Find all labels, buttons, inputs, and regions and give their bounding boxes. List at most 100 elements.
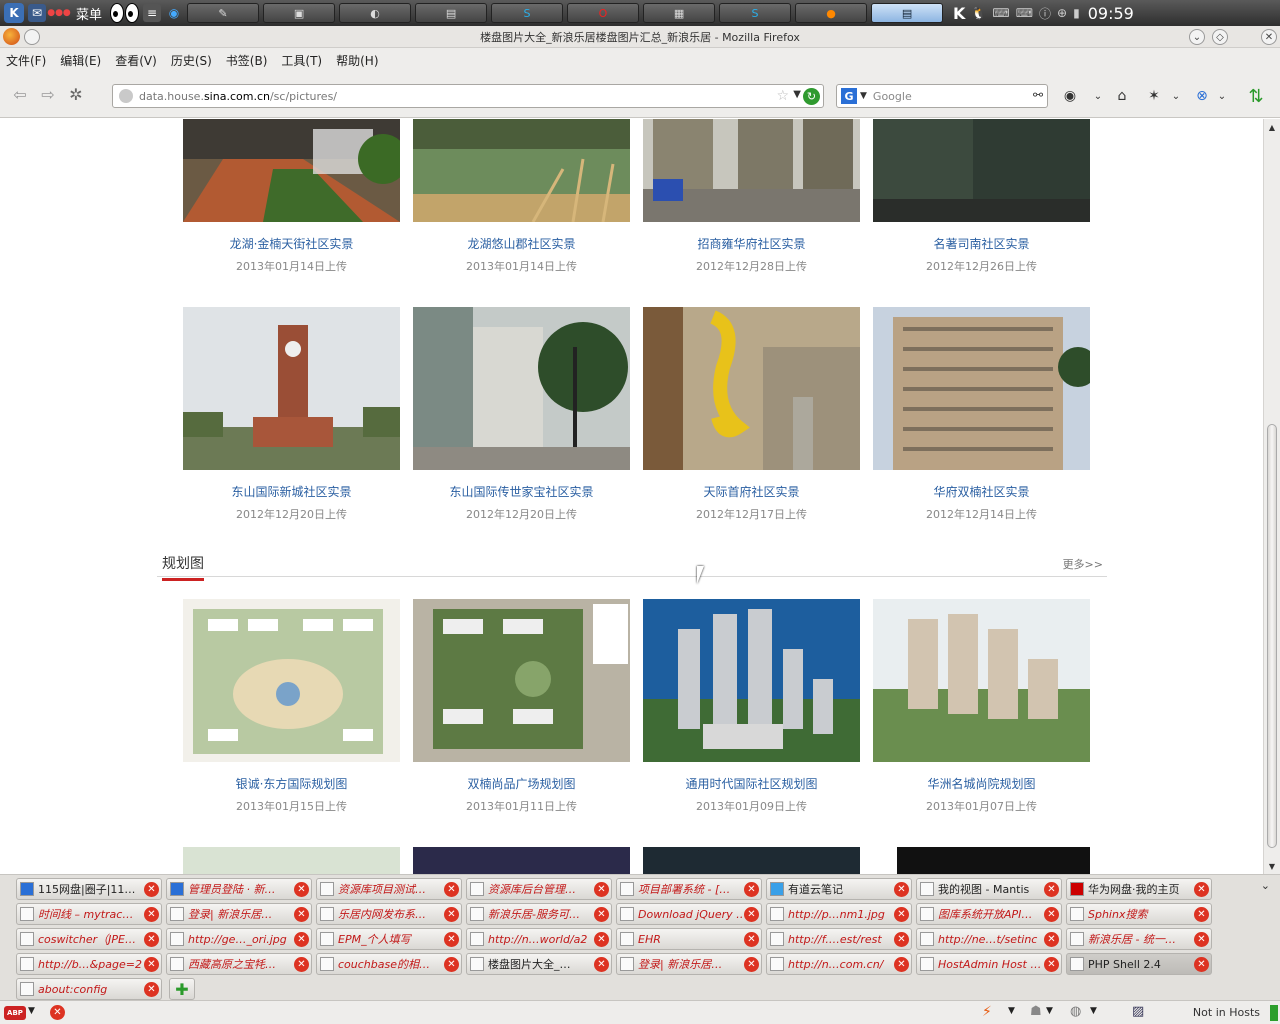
- photo-interior-garden[interactable]: [183, 119, 400, 222]
- close-tab-icon[interactable]: ✕: [1194, 881, 1209, 897]
- menu-tools[interactable]: 工具(T): [281, 52, 322, 69]
- vertical-scrollbar[interactable]: ▲ ▼: [1263, 119, 1280, 874]
- browser-tab[interactable]: 登录| 新浪乐居… ✕: [166, 903, 312, 925]
- new-tab-button[interactable]: ✚: [169, 978, 195, 1000]
- close-tab-icon[interactable]: ✕: [1194, 906, 1209, 922]
- planning-card[interactable]: [183, 847, 400, 874]
- maximize-button[interactable]: ◇: [1212, 29, 1228, 45]
- browser-tab[interactable]: coswitcher（JPE… ✕: [16, 928, 162, 950]
- close-tab-icon[interactable]: ✕: [1044, 906, 1059, 922]
- photo-apartment-tower[interactable]: [873, 307, 1090, 470]
- robot-icon[interactable]: ☗: [1030, 1004, 1042, 1019]
- close-tab-icon[interactable]: ✕: [594, 956, 609, 972]
- card-title[interactable]: 通用时代国际社区规划图: [643, 775, 860, 792]
- planning-render-image[interactable]: [183, 847, 400, 874]
- browser-tab[interactable]: 115网盘|圈子|11… ✕: [16, 878, 162, 900]
- menu-help[interactable]: 帮助(H): [336, 52, 378, 69]
- globe-icon[interactable]: ◉: [165, 4, 183, 22]
- browser-tab[interactable]: 西藏高原之宝牦… ✕: [166, 953, 312, 975]
- close-tab-icon[interactable]: ✕: [444, 956, 459, 972]
- task-item-skype[interactable]: S: [719, 3, 792, 23]
- photo-street-lamp[interactable]: [413, 307, 630, 470]
- browser-tab[interactable]: 图库系统开放API… ✕: [916, 903, 1062, 925]
- card-title[interactable]: 龙湖悠山郡社区实景: [413, 235, 630, 252]
- close-tab-icon[interactable]: ✕: [594, 931, 609, 947]
- gallery-card[interactable]: 名著司南社区实景 2012年12月26日上传: [873, 119, 1090, 274]
- close-tab-icon[interactable]: ✕: [744, 956, 759, 972]
- close-tab-icon[interactable]: ✕: [894, 956, 909, 972]
- planning-card[interactable]: 通用时代国际社区规划图 2013年01月09日上传: [643, 599, 860, 814]
- browser-tab[interactable]: 资源库项目测试… ✕: [316, 878, 462, 900]
- close-tab-icon[interactable]: ✕: [294, 931, 309, 947]
- close-tab-icon[interactable]: ✕: [144, 931, 159, 947]
- card-title[interactable]: 东山国际新城社区实景: [183, 483, 400, 500]
- card-title[interactable]: 名著司南社区实景: [873, 235, 1090, 252]
- qq-icon[interactable]: 🐧: [971, 6, 986, 20]
- planning-card[interactable]: [897, 847, 1114, 874]
- close-tab-icon[interactable]: ✕: [1044, 881, 1059, 897]
- browser-tab[interactable]: 有道云笔记 ✕: [766, 878, 912, 900]
- close-tab-icon[interactable]: ✕: [444, 931, 459, 947]
- url-bar[interactable]: data.house. sina.com.cn/sc/pictures/ ☆ ▼ …: [112, 84, 824, 108]
- planning-render-image[interactable]: [643, 599, 860, 762]
- planning-card[interactable]: [413, 847, 630, 874]
- close-tab-icon[interactable]: ✕: [594, 881, 609, 897]
- task-item[interactable]: ◐: [339, 3, 412, 23]
- planning-card[interactable]: [643, 847, 860, 874]
- close-tab-icon[interactable]: ✕: [744, 881, 759, 897]
- task-item[interactable]: ▣: [263, 3, 336, 23]
- clock[interactable]: 09:59: [1088, 4, 1134, 23]
- error-icon[interactable]: ✕: [50, 1005, 65, 1020]
- keyboard-icon[interactable]: ⌨: [1016, 6, 1033, 20]
- dropdown-icon[interactable]: ▼: [1046, 1006, 1053, 1016]
- browser-tab[interactable]: EPM_个人填写 ✕: [316, 928, 462, 950]
- browser-tab[interactable]: PHP Shell 2.4 ✕: [1066, 953, 1212, 975]
- battery-icon[interactable]: ▮: [1073, 6, 1080, 20]
- browser-tab[interactable]: http://ge…_ori.jpg ✕: [166, 928, 312, 950]
- browser-tab[interactable]: http://n…world/a2 ✕: [466, 928, 612, 950]
- photo-lake-reeds[interactable]: [413, 119, 630, 222]
- menu-edit[interactable]: 编辑(E): [60, 52, 101, 69]
- network-icon[interactable]: ⊕: [1057, 6, 1067, 20]
- browser-tab[interactable]: http://f.…est/rest ✕: [766, 928, 912, 950]
- close-tab-icon[interactable]: ✕: [894, 931, 909, 947]
- browser-tab[interactable]: 项目部署系统 - [… ✕: [616, 878, 762, 900]
- scroll-thumb[interactable]: [1267, 424, 1277, 848]
- close-tab-icon[interactable]: ✕: [1194, 956, 1209, 972]
- site-identity-icon[interactable]: [119, 89, 133, 103]
- close-tab-icon[interactable]: ✕: [444, 906, 459, 922]
- scroll-up-arrow-icon[interactable]: ▲: [1265, 121, 1279, 133]
- firefox-icon[interactable]: [3, 28, 20, 45]
- browser-tab[interactable]: http://ne…t/setinc ✕: [916, 928, 1062, 950]
- card-title[interactable]: 华洲名城尚院规划图: [873, 775, 1090, 792]
- close-tab-icon[interactable]: ✕: [744, 931, 759, 947]
- photo-green-building[interactable]: [873, 119, 1090, 222]
- tab-list-chevron-icon[interactable]: ⌄: [1261, 879, 1270, 892]
- dropdown-icon[interactable]: ▼: [28, 1006, 35, 1016]
- camera-icon[interactable]: ◉: [1060, 86, 1080, 106]
- menu-file[interactable]: 文件(F): [6, 52, 46, 69]
- browser-tab[interactable]: 新浪乐居-服务可… ✕: [466, 903, 612, 925]
- close-tab-icon[interactable]: ✕: [1044, 931, 1059, 947]
- sync-icon[interactable]: ⇅: [1246, 86, 1266, 107]
- browser-tab[interactable]: Download jQuery … ✕: [616, 903, 762, 925]
- gallery-card[interactable]: 招商雍华府社区实景 2012年12月28日上传: [643, 119, 860, 274]
- dots-icon[interactable]: ●●●: [47, 4, 71, 22]
- card-title[interactable]: 天际首府社区实景: [643, 483, 860, 500]
- url-dropdown-icon[interactable]: ▼: [793, 89, 801, 100]
- planning-map-image[interactable]: [183, 599, 400, 762]
- home-icon[interactable]: ⌂: [1112, 86, 1132, 106]
- pager-icon[interactable]: ≡: [143, 4, 162, 22]
- browser-tab[interactable]: 时间线 – mytrac… ✕: [16, 903, 162, 925]
- dropdown-icon[interactable]: ⌄: [1212, 86, 1232, 106]
- info-icon[interactable]: ⓘ: [1039, 5, 1051, 22]
- browser-tab[interactable]: http://b…&page=2 ✕: [16, 953, 162, 975]
- task-item-skype[interactable]: S: [491, 3, 564, 23]
- browser-tab[interactable]: 登录| 新浪乐居… ✕: [616, 953, 762, 975]
- dropdown-icon[interactable]: ⌄: [1088, 86, 1108, 106]
- browser-tab[interactable]: HostAdmin Host … ✕: [916, 953, 1062, 975]
- close-tab-icon[interactable]: ✕: [144, 956, 159, 972]
- search-bar[interactable]: G ▼ Google ⚯: [836, 84, 1048, 108]
- card-title[interactable]: 龙湖·金楠天街社区实景: [183, 235, 400, 252]
- menu-view[interactable]: 查看(V): [115, 52, 157, 69]
